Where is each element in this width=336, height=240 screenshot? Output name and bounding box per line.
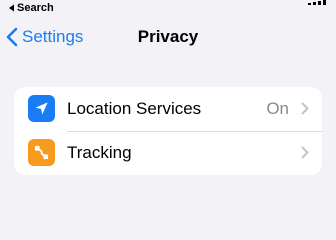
tracking-label: Tracking bbox=[67, 143, 132, 162]
small-back-triangle-icon bbox=[9, 4, 14, 12]
location-services-label: Location Services bbox=[67, 99, 202, 118]
back-to-app-link[interactable]: Search bbox=[8, 2, 54, 14]
tracking-row[interactable]: Tracking bbox=[14, 131, 322, 175]
signal-icon bbox=[308, 0, 326, 5]
location-services-value: On bbox=[266, 99, 289, 118]
chevron-right-icon bbox=[301, 102, 309, 115]
chevron-right-icon bbox=[301, 146, 309, 159]
status-bar: Search bbox=[0, 0, 336, 18]
location-arrow-icon bbox=[28, 95, 55, 122]
tracking-icon bbox=[28, 139, 55, 166]
page-title: Privacy bbox=[137, 27, 199, 46]
privacy-settings-group: Location Services On Tracking bbox=[14, 87, 322, 175]
location-services-row[interactable]: Location Services On bbox=[14, 87, 322, 132]
navigation-bar: Settings Privacy bbox=[0, 18, 336, 58]
back-to-app-label: Search bbox=[17, 2, 54, 14]
